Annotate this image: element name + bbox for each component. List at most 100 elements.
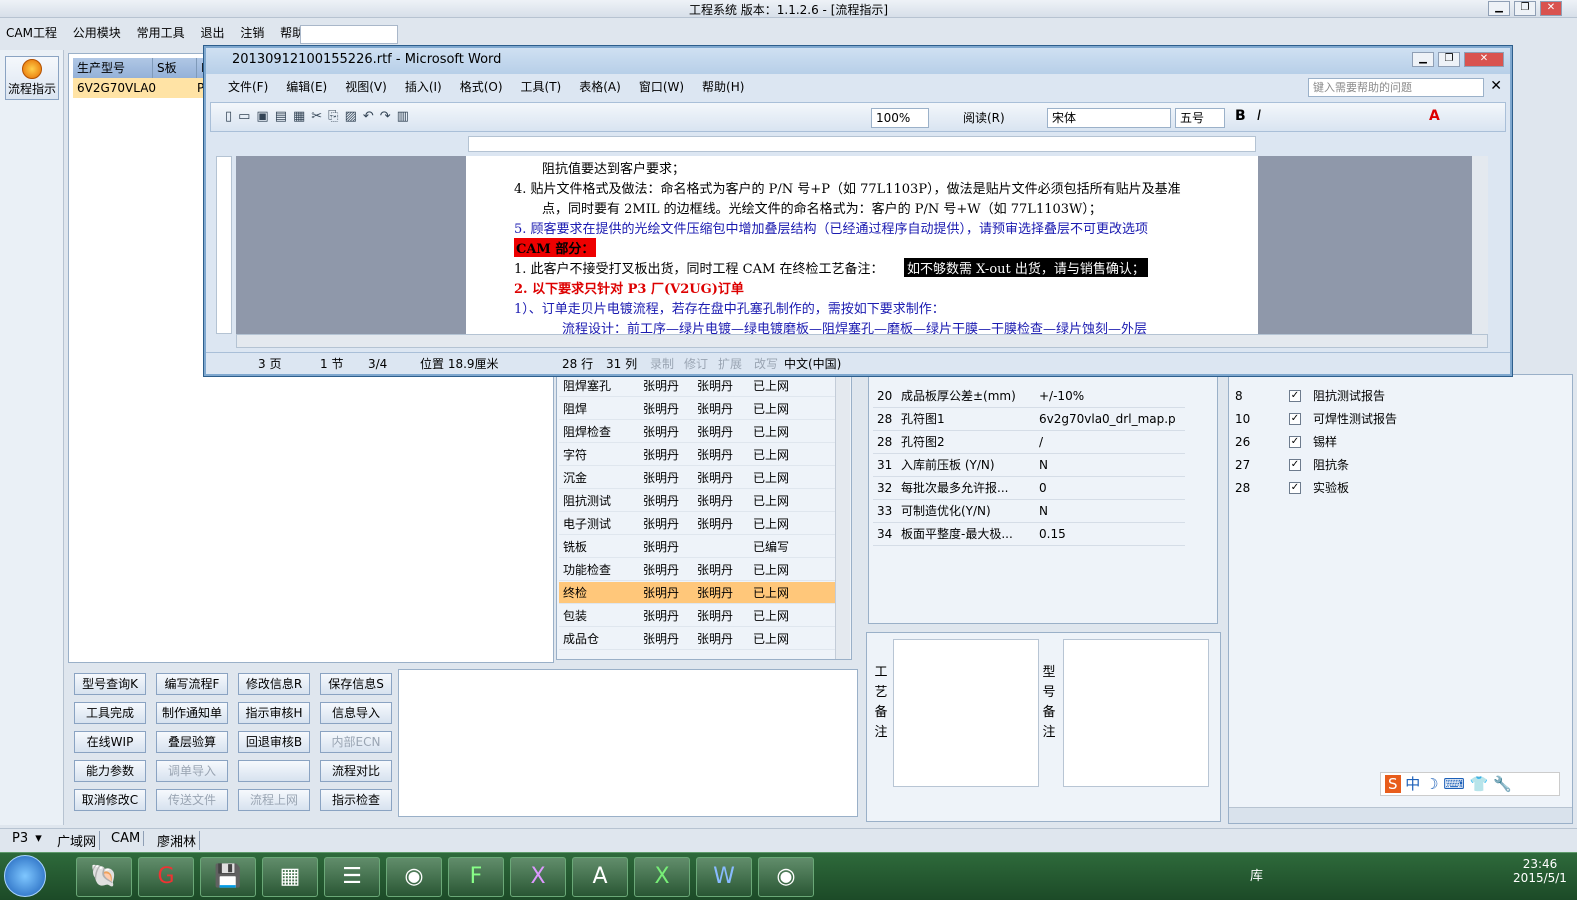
menu-cam[interactable]: CAM工程 (6, 24, 57, 41)
action-button[interactable]: 保存信息S (320, 673, 392, 695)
close-button[interactable]: ✕ (1540, 1, 1562, 16)
font-select[interactable]: 宋体 (1047, 108, 1171, 128)
word-menu-item[interactable]: 表格(A) (579, 80, 621, 94)
param-row[interactable]: 28 孔符图1 6v2g70vla0_drl_map.p (873, 408, 1185, 431)
tray-clock[interactable]: 23:46 2015/5/1 (1510, 857, 1570, 885)
checkbox[interactable]: ✓ (1289, 390, 1301, 402)
model-remark-textbox[interactable] (1063, 639, 1209, 787)
flow-indicator-button[interactable]: 流程指示 (5, 56, 59, 100)
action-button[interactable]: 叠层验算 (156, 731, 228, 753)
param-row[interactable]: 31 入库前压板 (Y/N) N (873, 454, 1185, 477)
action-button[interactable]: 调单导入 (156, 760, 228, 782)
step-row[interactable]: 铣板 张明丹 已编写 (559, 536, 835, 558)
word-menu-item[interactable]: 帮助(H) (702, 80, 744, 94)
word-minimize-button[interactable]: ▁ (1412, 52, 1434, 67)
menu-exit[interactable]: 退出 (200, 24, 224, 41)
action-button[interactable]: 流程上网 (238, 789, 310, 811)
param-row[interactable]: 34 板面平整度-最大极... 0.15 (873, 523, 1185, 546)
param-row[interactable]: 20 成品板厚公差±(mm) +/-10% (873, 385, 1185, 408)
taskbar-eye2-icon[interactable]: ◉ (758, 857, 814, 897)
check-row[interactable]: 28 ✓ 实验板 (1233, 477, 1533, 500)
checklist-hscrollbar[interactable] (1229, 807, 1572, 823)
step-row[interactable]: 功能检查 张明丹 张明丹 已上网 (559, 559, 835, 581)
taskbar-x-icon[interactable]: X (510, 857, 566, 897)
taskbar-f-icon[interactable]: F (448, 857, 504, 897)
font-size-select[interactable]: 五号 (1175, 108, 1225, 128)
checkbox[interactable]: ✓ (1289, 482, 1301, 494)
italic-icon[interactable]: I (1257, 108, 1261, 124)
word-menu-item[interactable]: 插入(I) (405, 80, 442, 94)
action-button[interactable]: 能力参数 (74, 760, 146, 782)
checkbox[interactable]: ✓ (1289, 436, 1301, 448)
step-row[interactable]: 包装 张明丹 张明丹 已上网 (559, 605, 835, 627)
checkbox[interactable]: ✓ (1289, 413, 1301, 425)
taskbar-save-icon[interactable]: 💾 (200, 857, 256, 897)
vertical-ruler[interactable] (216, 156, 232, 334)
param-row[interactable]: 32 每批次最多允许报... 0 (873, 477, 1185, 500)
check-row[interactable]: 26 ✓ 锡样 (1233, 431, 1533, 454)
param-row[interactable]: 33 可制造优化(Y/N) N (873, 500, 1185, 523)
word-menu-item[interactable]: 视图(V) (345, 80, 387, 94)
taskbar-notepad-icon[interactable]: ☰ (324, 857, 380, 897)
action-button[interactable]: 回退审核B (238, 731, 310, 753)
step-row[interactable]: 阻焊 张明丹 张明丹 已上网 (559, 398, 835, 420)
doc-hscrollbar[interactable] (236, 334, 1488, 348)
word-doc-close-icon[interactable]: ✕ (1490, 78, 1502, 94)
word-menu-item[interactable]: 窗口(W) (639, 80, 684, 94)
ime-toolbar[interactable]: S 中 ☽ ⌨ 👕 🔧 (1380, 772, 1560, 796)
taskbar-shell-icon[interactable]: 🐚 (76, 857, 132, 897)
standard-toolbar-icons[interactable]: ▯▭▣▤▦✂⎘▨↶↷▥ (225, 109, 415, 124)
taskbar-eye-icon[interactable]: ◉ (386, 857, 442, 897)
action-button[interactable]: 在线WIP (74, 731, 146, 753)
word-menu-item[interactable]: 工具(T) (521, 80, 562, 94)
action-button[interactable]: 制作通知单 (156, 702, 228, 724)
action-button[interactable]: 型号查询K (74, 673, 146, 695)
action-button[interactable]: 流程对比 (320, 760, 392, 782)
action-button[interactable]: 取消修改C (74, 789, 146, 811)
step-row[interactable]: 字符 张明丹 张明丹 已上网 (559, 444, 835, 466)
col-model[interactable]: 生产型号 (73, 58, 153, 78)
font-color-icon[interactable]: A (1429, 108, 1440, 124)
start-button[interactable] (4, 855, 46, 897)
word-maximize-button[interactable]: ❐ (1438, 52, 1460, 67)
action-button[interactable]: 传送文件 (156, 789, 228, 811)
word-menu-item[interactable]: 文件(F) (228, 80, 268, 94)
check-row[interactable]: 27 ✓ 阻抗条 (1233, 454, 1533, 477)
steps-scrollbar[interactable] (835, 375, 850, 659)
help-search-input[interactable]: 键入需要帮助的问题 (1308, 78, 1484, 97)
taskbar-excel-icon[interactable]: X (634, 857, 690, 897)
step-row[interactable]: 终检 张明丹 张明丹 已上网 (559, 582, 835, 604)
action-button[interactable]: 修改信息R (238, 673, 310, 695)
step-row[interactable]: 阻抗测试 张明丹 张明丹 已上网 (559, 490, 835, 512)
process-remark-textbox[interactable] (893, 639, 1039, 787)
action-button[interactable]: 指示检查 (320, 789, 392, 811)
word-menu-item[interactable]: 编辑(E) (286, 80, 327, 94)
tab-wan[interactable]: 广域网 (54, 831, 101, 850)
action-button[interactable]: 内部ECN (320, 731, 392, 753)
tab-user[interactable]: 廖湘林 (154, 831, 201, 850)
taskbar-calculator-icon[interactable]: ▦ (262, 857, 318, 897)
check-row[interactable]: 8 ✓ 阻抗测试报告 (1233, 385, 1533, 408)
doc-vscrollbar[interactable] (1472, 156, 1488, 334)
menu-tools[interactable]: 常用工具 (137, 24, 185, 41)
tray-library[interactable]: 库 (1250, 865, 1263, 884)
note-textarea[interactable] (398, 669, 858, 817)
check-row[interactable]: 10 ✓ 可焊性测试报告 (1233, 408, 1533, 431)
zoom-select[interactable]: 100% (871, 108, 929, 128)
menu-logout[interactable]: 注销 (240, 24, 264, 41)
step-row[interactable]: 阻焊检查 张明丹 张明丹 已上网 (559, 421, 835, 443)
word-close-button[interactable]: ✕ (1464, 52, 1504, 67)
taskbar-word-icon[interactable]: W (696, 857, 752, 897)
word-menu-item[interactable]: 格式(O) (460, 80, 503, 94)
action-button[interactable]: 编写流程F (156, 673, 228, 695)
minimize-button[interactable]: ▁ (1488, 1, 1510, 16)
col-s-board[interactable]: S板 (153, 58, 197, 78)
document-page[interactable]: 阻抗值要达到客户要求； 4. 贴片文件格式及做法：命名格式为客户的 P/N 号+… (466, 156, 1258, 334)
table-row[interactable]: 6V2G70VLA0 P (73, 78, 209, 98)
step-row[interactable]: 电子测试 张明丹 张明丹 已上网 (559, 513, 835, 535)
action-button[interactable]: 信息导入 (320, 702, 392, 724)
step-row[interactable]: 沉金 张明丹 张明丹 已上网 (559, 467, 835, 489)
action-button[interactable] (238, 760, 310, 782)
param-row[interactable]: 28 孔符图2 / (873, 431, 1185, 454)
restore-button[interactable]: ❐ (1514, 1, 1536, 16)
